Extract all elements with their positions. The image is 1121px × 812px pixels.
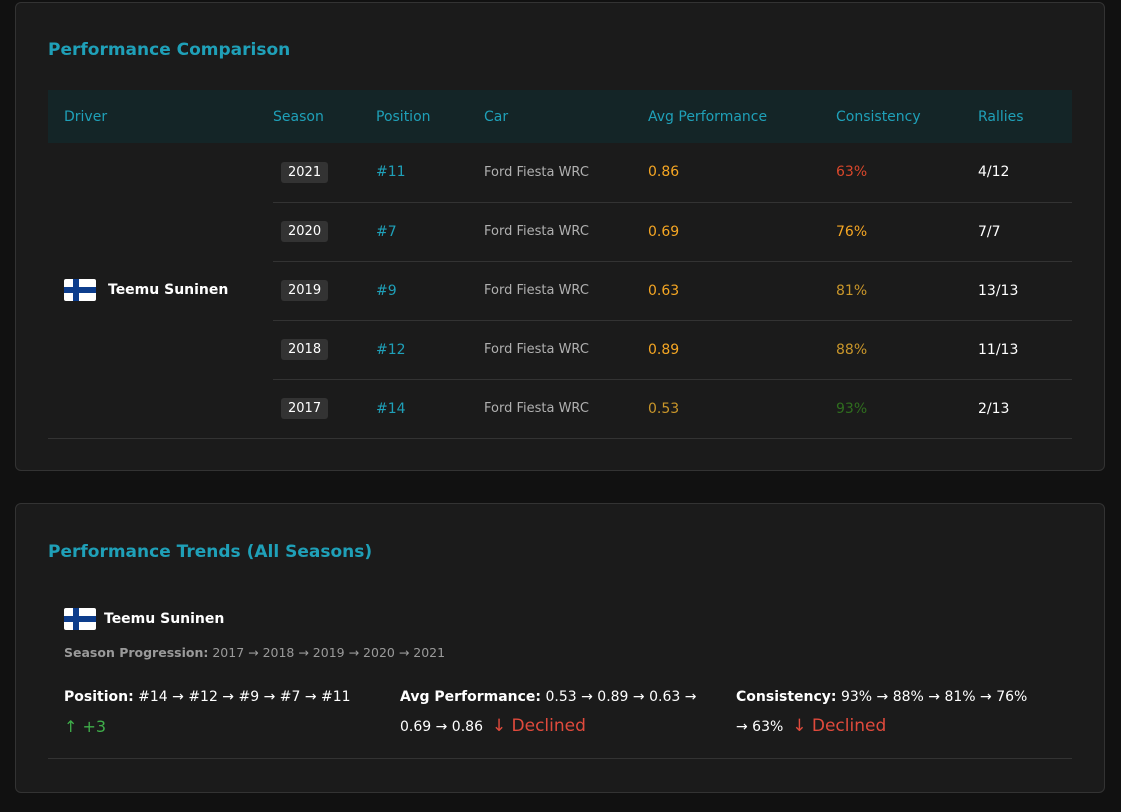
divider [48, 758, 1072, 759]
table-header-row: Driver Season Position Car Avg Performan… [48, 90, 1072, 143]
position-cell: #7 [376, 202, 484, 262]
season-cell: 2017 [273, 379, 376, 439]
season-badge: 2017 [281, 398, 329, 419]
position-trend-indicator: ↑ +3 [64, 717, 107, 736]
car-cell: Ford Fiesta WRC [484, 320, 648, 380]
avg-performance-cell: 0.63 [648, 261, 836, 321]
finland-flag-icon [64, 608, 96, 630]
season-progression: Season Progression: 2017 → 2018 → 2019 →… [64, 645, 445, 660]
performance-trends-title: Performance Trends (All Seasons) [48, 542, 373, 562]
season-badge: 2020 [281, 221, 329, 242]
consistency-cell: 81% [836, 261, 978, 321]
column-header-position[interactable]: Position [376, 90, 484, 143]
season-cell: 2019 [273, 261, 376, 321]
performance-comparison-card: Performance Comparison Driver Season Pos… [15, 2, 1105, 471]
finland-flag-icon [64, 279, 96, 302]
driver-info: Teemu Suninen [64, 279, 273, 302]
season-progression-values: 2017 → 2018 → 2019 → 2020 → 2021 [212, 645, 446, 660]
avg-performance-trend: Avg Performance: 0.53 → 0.89 → 0.63 → 0.… [400, 683, 700, 742]
consistency-trend: Consistency: 93% → 88% → 81% → 76% → 63%… [736, 683, 1036, 742]
consistency-cell: 63% [836, 143, 978, 203]
comparison-table-body: Teemu Suninen 2021 #11 Ford Fiesta WRC 0… [48, 143, 1072, 439]
consistency-cell: 88% [836, 320, 978, 380]
rallies-cell: 2/13 [978, 379, 1072, 439]
avg-performance-cell: 0.69 [648, 202, 836, 262]
avg-performance-cell: 0.53 [648, 379, 836, 439]
position-cell: #14 [376, 379, 484, 439]
comparison-table: Driver Season Position Car Avg Performan… [48, 90, 1072, 439]
car-cell: Ford Fiesta WRC [484, 379, 648, 439]
avg-performance-cell: 0.89 [648, 320, 836, 380]
avg-performance-trend-label: Avg Performance: [400, 689, 542, 705]
driver-cell: Teemu Suninen [48, 143, 273, 439]
avg-performance-cell: 0.86 [648, 143, 836, 203]
rallies-cell: 4/12 [978, 143, 1072, 203]
table-row: Teemu Suninen 2021 #11 Ford Fiesta WRC 0… [48, 143, 1072, 439]
position-trend-label: Position: [64, 689, 134, 705]
rallies-cell: 13/13 [978, 261, 1072, 321]
car-cell: Ford Fiesta WRC [484, 143, 648, 203]
consistency-cell: 76% [836, 202, 978, 262]
position-cell: #9 [376, 261, 484, 321]
trend-driver-name: Teemu Suninen [104, 611, 225, 627]
rallies-cell: 11/13 [978, 320, 1072, 380]
position-cell: #11 [376, 143, 484, 203]
season-cell: 2018 [273, 320, 376, 380]
season-badge: 2021 [281, 161, 329, 183]
rallies-cell: 7/7 [978, 202, 1072, 262]
performance-trends-card: Performance Trends (All Seasons) Teemu S… [15, 503, 1105, 793]
season-badge: 2018 [281, 339, 329, 360]
car-cell: Ford Fiesta WRC [484, 202, 648, 262]
season-badge: 2019 [281, 280, 329, 301]
performance-comparison-title: Performance Comparison [48, 40, 291, 60]
season-cell: 2021 [273, 143, 376, 203]
avg-performance-trend-indicator: ↓ Declined [491, 716, 586, 736]
season-cell: 2020 [273, 202, 376, 262]
consistency-cell: 93% [836, 379, 978, 439]
position-cell: #12 [376, 320, 484, 380]
car-cell: Ford Fiesta WRC [484, 261, 648, 321]
column-header-car[interactable]: Car [484, 90, 648, 143]
column-header-avg-performance[interactable]: Avg Performance [648, 90, 836, 143]
column-header-rallies[interactable]: Rallies [978, 90, 1072, 143]
season-progression-label: Season Progression: [64, 645, 209, 660]
position-trend: Position: #14 → #12 → #9 → #7 → #11 ↑ +3 [64, 683, 364, 743]
consistency-trend-label: Consistency: [736, 689, 837, 705]
consistency-trend-indicator: ↓ Declined [792, 716, 887, 736]
column-header-season[interactable]: Season [273, 90, 376, 143]
column-header-consistency[interactable]: Consistency [836, 90, 978, 143]
position-trend-values: #14 → #12 → #9 → #7 → #11 [138, 689, 351, 705]
column-header-driver[interactable]: Driver [48, 90, 273, 143]
trend-driver-header: Teemu Suninen [64, 608, 224, 630]
driver-name: Teemu Suninen [108, 282, 229, 299]
